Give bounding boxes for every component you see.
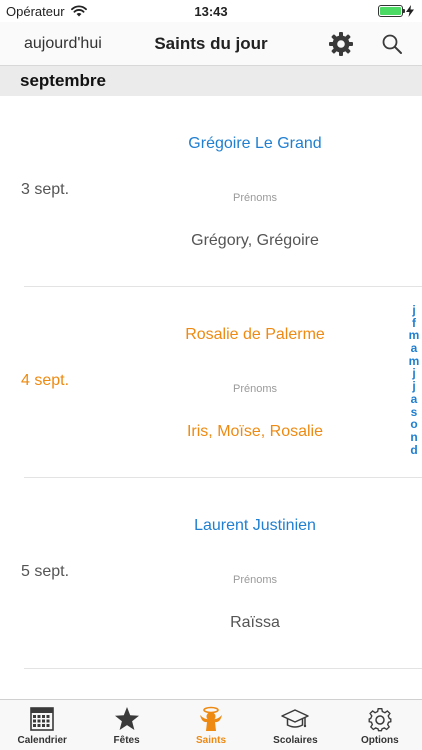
section-header-month: septembre <box>0 66 422 96</box>
row-names-label: Prénoms <box>232 574 278 586</box>
index-letter-jan[interactable]: j <box>406 304 422 317</box>
tab-scolaires[interactable]: Scolaires <box>253 700 337 750</box>
battery-icon <box>378 5 405 17</box>
row-first-names: Raïssa <box>230 614 280 631</box>
tab-label: Fêtes <box>113 735 140 746</box>
today-button[interactable]: aujourd'hui <box>24 35 102 53</box>
gear-icon <box>368 707 392 732</box>
index-letter-dec[interactable]: d <box>406 443 422 457</box>
row-names-label: Prénoms <box>232 192 278 204</box>
list-item-saint[interactable]: 5 sept. Laurent Justinien Prénoms Raïssa <box>0 478 422 669</box>
star-icon <box>114 707 139 730</box>
graduation-cap-icon <box>281 709 310 728</box>
row-saint-name: Laurent Justinien <box>194 517 316 534</box>
search-icon[interactable] <box>380 32 404 56</box>
row-first-names: Grégory, Grégoire <box>191 232 319 249</box>
nav-bar: aujourd'hui Saints du jour <box>0 22 422 66</box>
index-letter-oct[interactable]: o <box>406 418 422 431</box>
row-saint-name: Rosalie de Palerme <box>185 326 325 343</box>
tab-label: Calendrier <box>17 735 67 746</box>
month-index: j f m a m j j a s o n d <box>406 304 422 456</box>
tab-label: Scolaires <box>273 735 318 746</box>
index-letter-nov[interactable]: n <box>406 431 422 444</box>
tab-options[interactable]: Options <box>338 700 422 750</box>
tab-label: Options <box>360 735 399 746</box>
row-date: 5 sept. <box>21 563 70 580</box>
row-date: 4 sept. <box>21 372 70 389</box>
tab-fetes[interactable]: Fêtes <box>84 700 168 750</box>
list-item-saint-today[interactable]: 4 sept. Rosalie de Palerme Prénoms Iris,… <box>0 287 422 478</box>
index-letter-jul[interactable]: j <box>406 380 422 393</box>
tab-bar: Calendrier Fêtes Saints Scolaires Option… <box>0 699 422 750</box>
list-item-saint[interactable]: 3 sept. Grégoire Le Grand Prénoms Grégor… <box>0 96 422 287</box>
row-separator <box>24 668 422 669</box>
calendar-icon <box>30 707 55 731</box>
saint-icon <box>200 706 223 731</box>
row-first-names: Iris, Moïse, Rosalie <box>186 423 324 440</box>
tab-saints[interactable]: Saints <box>169 700 253 750</box>
status-time: 13:43 <box>194 3 228 19</box>
tab-calendrier[interactable]: Calendrier <box>0 700 84 750</box>
saints-list: 3 sept. Grégoire Le Grand Prénoms Grégor… <box>0 96 422 699</box>
row-saint-name: Grégoire Le Grand <box>188 135 322 152</box>
status-bar: Opérateur 13:43 <box>0 0 422 22</box>
index-letter-apr[interactable]: a <box>406 342 422 355</box>
settings-gear-icon[interactable] <box>328 31 354 57</box>
index-letter-aug[interactable]: a <box>406 393 422 406</box>
row-date: 3 sept. <box>21 181 70 198</box>
row-names-label: Prénoms <box>232 383 278 395</box>
tab-label: Saints <box>196 735 227 746</box>
